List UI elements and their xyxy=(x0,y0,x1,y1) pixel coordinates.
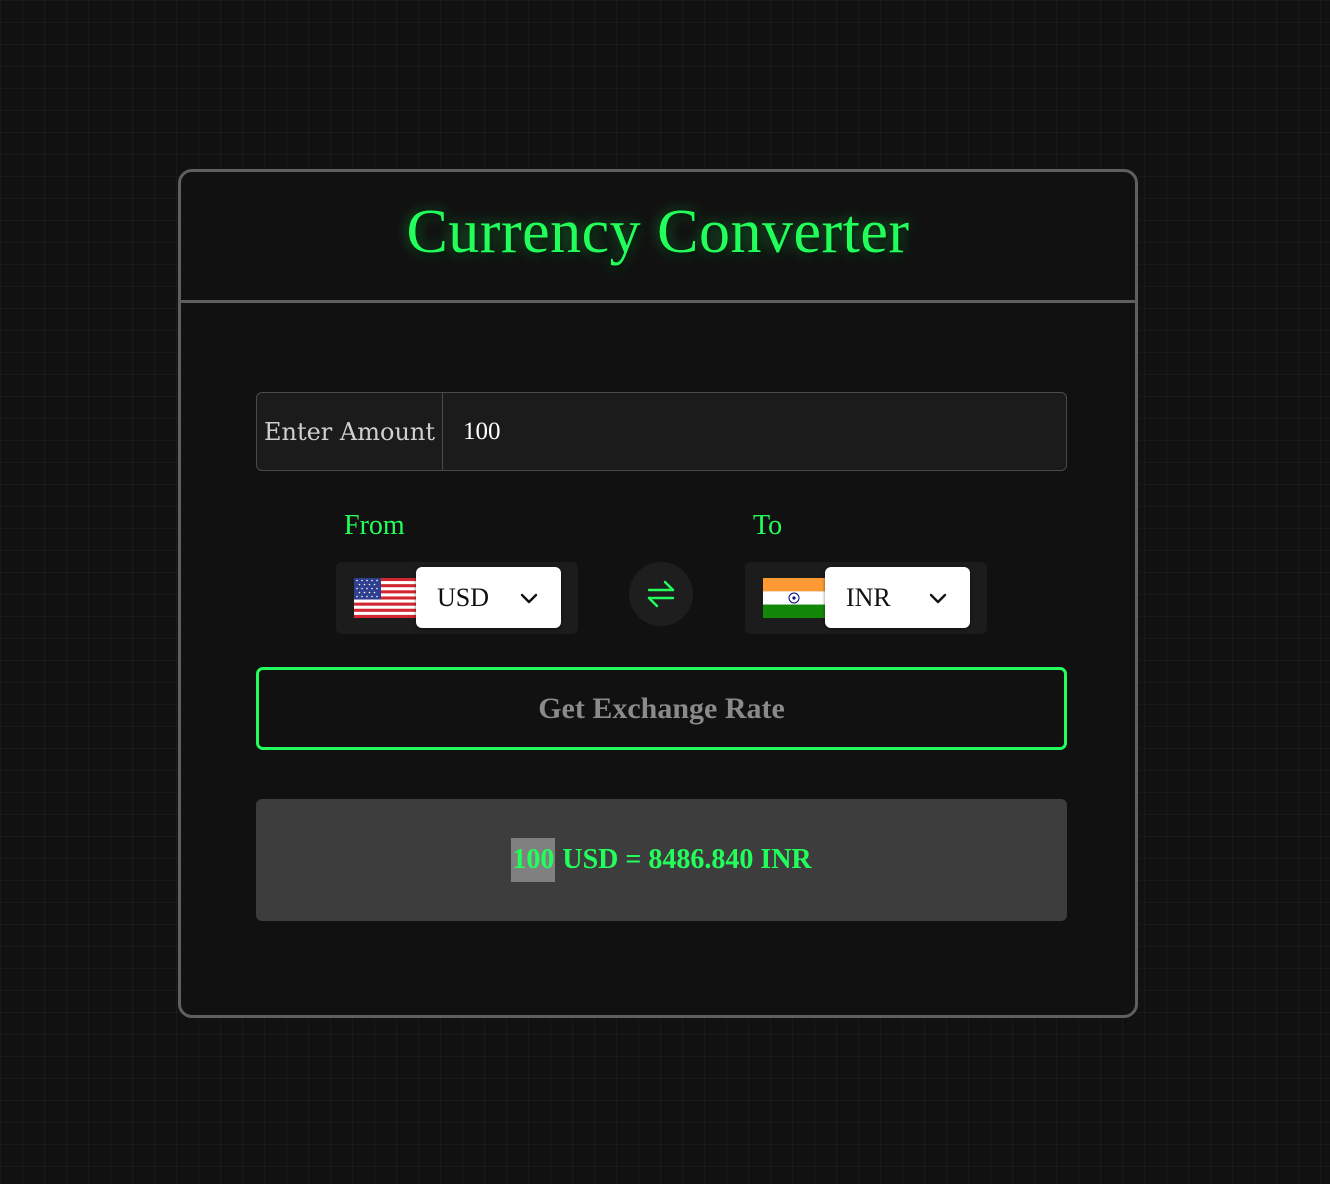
amount-group: Enter Amount xyxy=(256,392,1067,471)
from-currency-value: USD xyxy=(437,582,490,612)
to-label: To xyxy=(753,510,783,541)
india-flag-icon xyxy=(763,578,825,618)
to-currency-value: INR xyxy=(846,582,891,612)
get-exchange-rate-button[interactable]: Get Exchange Rate xyxy=(256,667,1067,750)
to-currency-select[interactable]: INR xyxy=(825,567,970,628)
from-currency-select[interactable]: USD xyxy=(416,567,561,628)
page-title: Currency Converter xyxy=(406,197,910,266)
card-header: Currency Converter xyxy=(181,172,1135,303)
result-text: USD = 8486.840 INR xyxy=(555,844,812,875)
from-label: From xyxy=(344,510,405,541)
swap-button[interactable] xyxy=(629,562,693,626)
chevron-down-icon xyxy=(520,593,538,604)
chevron-down-icon xyxy=(929,593,947,604)
us-flag-icon xyxy=(354,578,416,618)
result-amount: 100 xyxy=(511,838,556,882)
result-display: 100 USD = 8486.840 INR xyxy=(256,799,1067,921)
from-currency-group: USD xyxy=(336,562,578,634)
swap-arrows-icon xyxy=(647,580,675,608)
amount-label: Enter Amount xyxy=(257,393,443,470)
converter-card: Currency Converter Enter Amount From To xyxy=(178,169,1138,1018)
to-currency-group: INR xyxy=(745,562,987,634)
amount-input[interactable] xyxy=(443,393,1066,470)
